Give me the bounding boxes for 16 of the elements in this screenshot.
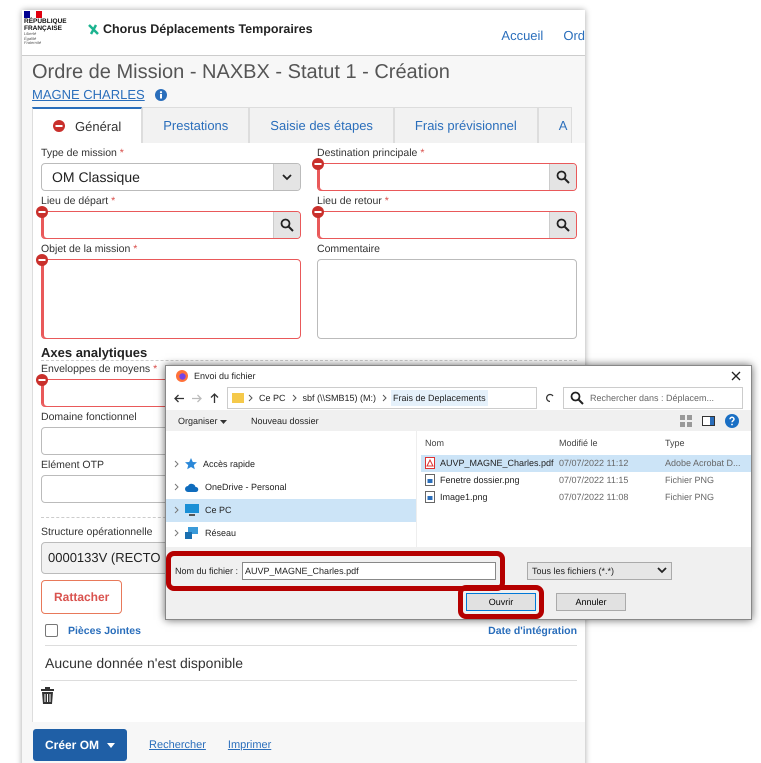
- app-name: Chorus Déplacements Temporaires: [103, 22, 313, 36]
- field-label: Objet de la mission *: [41, 243, 138, 255]
- dialog-title: Envoi du fichier: [194, 371, 256, 382]
- field-label: Lieu de retour *: [317, 195, 389, 207]
- field-label: Domaine fonctionnel: [41, 411, 137, 423]
- field-label: Destination principale *: [317, 147, 424, 159]
- page-title: Ordre de Mission - NAXBX - Statut 1 - Création: [32, 61, 451, 84]
- field-label: Lieu de départ *: [41, 195, 116, 207]
- field-label: Commentaire: [317, 243, 380, 255]
- field-label: Structure opérationnelle: [41, 526, 152, 538]
- field-label: Enveloppes de moyens *: [41, 363, 158, 375]
- section-heading: Axes analytiques: [41, 345, 577, 361]
- empty-message: Aucune donnée n'est disponible: [41, 646, 577, 681]
- field-label: Nom du fichier :: [175, 566, 238, 576]
- field-label: Elément OTP: [41, 459, 104, 471]
- field-label: Type de mission *: [41, 147, 124, 159]
